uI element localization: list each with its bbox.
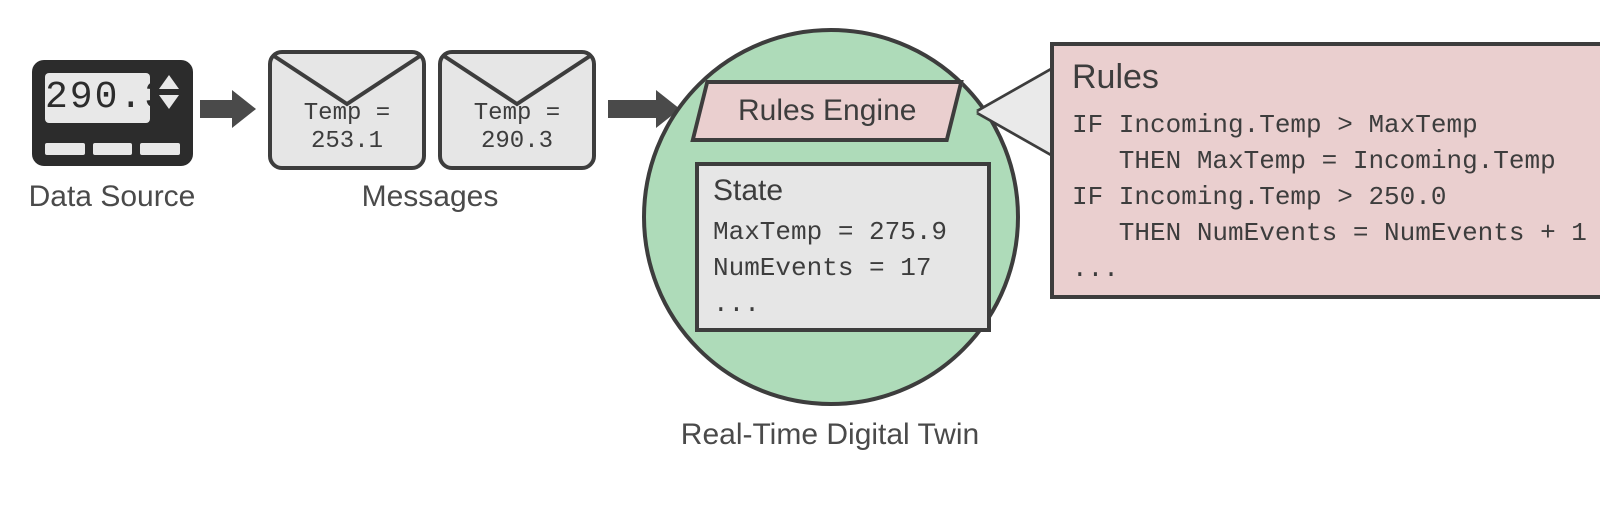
data-source-label: Data Source xyxy=(12,180,212,214)
lcd-display: 290.3° xyxy=(45,73,150,123)
chevron-up-icon xyxy=(159,75,179,89)
chevron-down-icon xyxy=(159,95,179,109)
device-buttons xyxy=(45,143,180,155)
pointer-left-icon xyxy=(978,70,1052,154)
digital-twin-label: Real-Time Digital Twin xyxy=(640,418,1020,452)
state-box: State MaxTemp = 275.9 NumEvents = 17 ... xyxy=(695,162,991,332)
device-up-down xyxy=(156,75,182,109)
rules-engine-box: Rules Engine xyxy=(690,80,963,142)
rules-body: IF Incoming.Temp > MaxTemp THEN MaxTemp … xyxy=(1072,107,1592,287)
rules-title: Rules xyxy=(1072,58,1592,97)
arrow-icon xyxy=(608,100,658,118)
rules-box: Rules IF Incoming.Temp > MaxTemp THEN Ma… xyxy=(1050,42,1600,299)
state-title: State xyxy=(713,174,973,208)
state-lines: MaxTemp = 275.9 NumEvents = 17 ... xyxy=(713,214,973,322)
message-envelope: Temp = 290.3 xyxy=(438,50,596,170)
data-source-device: 290.3° xyxy=(32,60,193,166)
lcd-value: 290.3 xyxy=(45,76,169,119)
arrow-icon xyxy=(200,100,234,118)
messages-label: Messages xyxy=(330,180,530,214)
message-text: Temp = 290.3 xyxy=(442,100,592,156)
message-envelope: Temp = 253.1 xyxy=(268,50,426,170)
message-text: Temp = 253.1 xyxy=(272,100,422,156)
rules-engine-label: Rules Engine xyxy=(738,94,916,128)
